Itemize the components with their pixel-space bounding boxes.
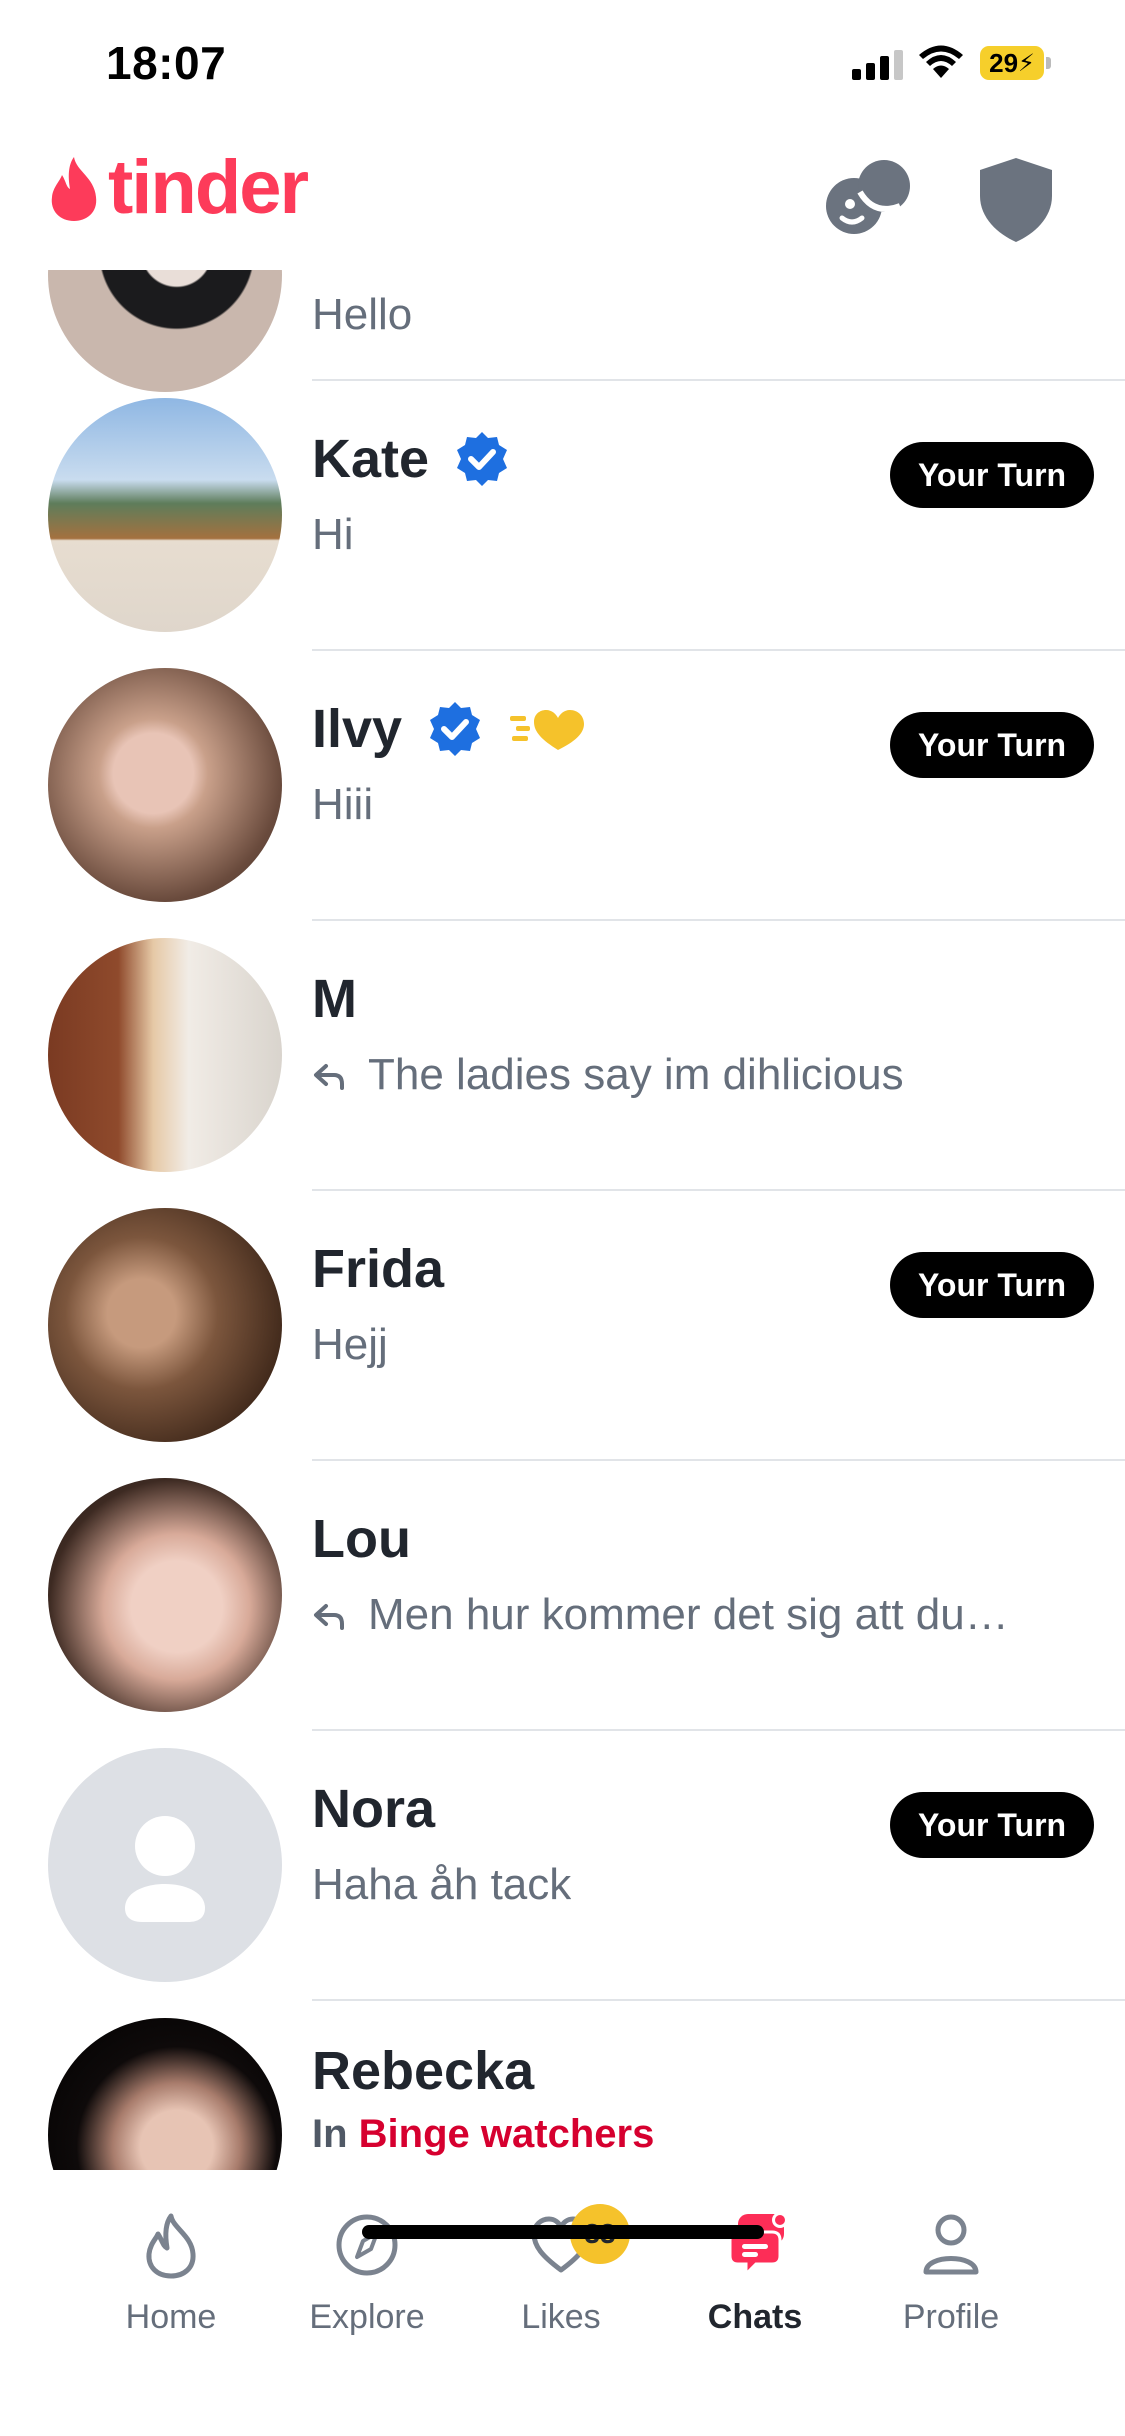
chat-row[interactable]: Lou Men hur kommer det sig att du… — [0, 1460, 1125, 1731]
chat-name: Frida — [312, 1239, 445, 1299]
reply-arrow-icon — [314, 1064, 344, 1091]
tab-label: Chats — [707, 2298, 803, 2336]
chat-name: Rebecka — [312, 2041, 535, 2101]
logo-wordmark: tinder — [108, 145, 309, 230]
avatar — [48, 2018, 282, 2170]
tab-home[interactable]: Home — [76, 2210, 266, 2360]
super-like-heart-icon — [510, 709, 585, 750]
chat-name: Ilvy — [312, 698, 588, 760]
battery-icon: 29 ⚡ — [980, 46, 1052, 80]
chat-last-message: Hiii — [312, 780, 374, 829]
status-time: 18:07 — [106, 37, 227, 89]
wifi-icon — [919, 45, 963, 78]
chat-last-message: Hejj — [312, 1320, 388, 1369]
chat-row[interactable]: Rebecka In Binge watchers — [0, 2000, 1125, 2170]
chat-name: M — [312, 969, 357, 1029]
chat-last-message: Haha åh tack — [312, 1860, 572, 1909]
tinder-logo: tinder — [46, 145, 309, 230]
unread-dot — [772, 2212, 788, 2228]
tab-label: Explore — [309, 2298, 425, 2336]
cellular-signal-icon — [852, 50, 904, 80]
compass-icon — [336, 2214, 398, 2276]
app-header: tinder — [0, 130, 1125, 270]
your-turn-badge: Your Turn — [890, 1792, 1094, 1858]
chat-list: Hello Kate Your Turn Hi Ilvy Your Turn H… — [0, 270, 1125, 2170]
status-bar: 18:07 29 ⚡ — [0, 0, 1125, 130]
chat-name-text: Kate — [312, 429, 430, 489]
shield-icon[interactable] — [968, 152, 1064, 248]
chat-last-message: The ladies say im dihlicious — [312, 1050, 904, 1100]
your-turn-badge: Your Turn — [890, 712, 1094, 778]
chat-row[interactable]: Ilvy Your Turn Hiii — [0, 650, 1125, 921]
chat-last-message: Men hur kommer det sig att du… — [312, 1590, 1009, 1640]
verified-badge-icon — [430, 701, 481, 756]
avatar — [48, 938, 282, 1172]
chat-last-message: Hi — [312, 510, 354, 559]
chat-name: Kate — [312, 428, 511, 490]
tab-profile[interactable]: Profile — [856, 2210, 1046, 2360]
chat-row[interactable]: M The ladies say im dihlicious — [0, 920, 1125, 1191]
avatar — [48, 668, 282, 902]
person-outline-icon — [923, 2214, 979, 2275]
reply-arrow-icon — [314, 1604, 344, 1631]
chat-row[interactable]: Frida Your Turn Hejj — [0, 1190, 1125, 1461]
flame-icon — [51, 157, 97, 221]
chat-last-message-text: The ladies say im dihlicious — [368, 1050, 904, 1099]
chat-name: Nora — [312, 1779, 436, 1839]
double-date-icon[interactable] — [820, 152, 916, 248]
avatar — [48, 1478, 282, 1712]
tab-bar: Home Explore 33 Likes Chats — [0, 2170, 1125, 2436]
home-indicator[interactable] — [362, 2225, 764, 2239]
your-turn-badge: Your Turn — [890, 1252, 1094, 1318]
group-label: In Binge watchers — [312, 2112, 654, 2157]
group-name[interactable]: Binge watchers — [359, 2112, 655, 2156]
chat-last-message-text: Men hur kommer det sig att du… — [368, 1590, 1009, 1639]
chat-name-text: Ilvy — [312, 699, 403, 759]
avatar — [48, 398, 282, 632]
chat-row[interactable]: Nora Your Turn Haha åh tack — [0, 1730, 1125, 2001]
chat-name: Lou — [312, 1509, 411, 1569]
screen: 18:07 29 ⚡ tinder Hello Kate Your Turn H… — [0, 0, 1125, 2436]
tab-label: Home — [125, 2298, 217, 2336]
battery-level: 29 ⚡ — [980, 46, 1044, 80]
your-turn-badge: Your Turn — [890, 442, 1094, 508]
verified-badge-icon — [457, 431, 508, 486]
avatar-placeholder — [48, 1748, 282, 1982]
avatar — [48, 1208, 282, 1442]
chat-last-message: Hello — [312, 290, 413, 339]
flame-outline-icon — [146, 2213, 196, 2279]
group-prefix: In — [312, 2112, 348, 2156]
chat-row[interactable]: Kate Your Turn Hi — [0, 380, 1125, 651]
tab-label: Likes — [521, 2298, 601, 2336]
avatar — [48, 270, 282, 392]
tab-label: Profile — [902, 2298, 1000, 2336]
person-placeholder-icon — [125, 1816, 205, 1922]
